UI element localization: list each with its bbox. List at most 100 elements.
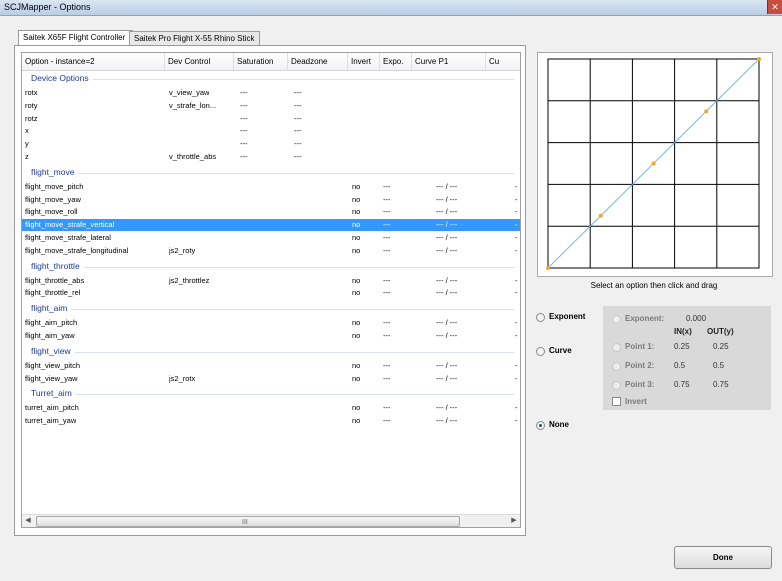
exponent-value[interactable]: 0.000 <box>686 314 706 323</box>
cell-expo: --- <box>383 360 391 370</box>
point-3-radio[interactable] <box>612 381 621 390</box>
cell-expo: --- <box>383 373 391 383</box>
cell-curve: --- / --- <box>436 373 458 383</box>
column-header-deadzone[interactable]: Deadzone <box>288 53 348 70</box>
cell-expo: --- <box>383 318 391 328</box>
column-header-invert[interactable]: Invert <box>348 53 380 70</box>
curve-control-point[interactable] <box>598 213 603 218</box>
none-mode-radio[interactable]: None <box>536 419 569 431</box>
point-1-in[interactable]: 0.25 <box>674 342 690 351</box>
table-row[interactable]: z v_throttle_abs --- --- <box>22 151 520 163</box>
table-row[interactable]: flight_throttle_rel no --- --- / --- - <box>22 287 520 299</box>
point-3-in[interactable]: 0.75 <box>674 380 690 389</box>
none-radio-circle[interactable] <box>536 420 545 430</box>
point-1-radio[interactable] <box>612 343 621 352</box>
group-title: Turret_aim <box>31 388 76 399</box>
table-row[interactable]: flight_move_strafe_lateral no --- --- / ---… <box>22 232 520 244</box>
point-2-label: Point 2: <box>625 361 655 370</box>
table-row[interactable]: rotx v_view_yaw --- --- <box>22 87 520 99</box>
scroll-right-icon[interactable]: ▶ <box>508 515 520 527</box>
table-row[interactable]: flight_move_pitch no --- --- / --- - <box>22 181 520 193</box>
tab-saitek-x65f[interactable]: Saitek X65F Flight Controller <box>18 30 133 45</box>
point-1-out[interactable]: 0.25 <box>713 342 729 351</box>
curve-graph[interactable] <box>537 52 773 277</box>
table-row[interactable]: rotz --- --- <box>22 113 520 125</box>
cell-curve: --- / --- <box>436 233 458 242</box>
scroll-left-icon[interactable]: ◀ <box>22 515 34 527</box>
done-button[interactable]: Done <box>674 546 772 569</box>
cell-saturation: --- <box>240 88 248 97</box>
curve-control-point[interactable] <box>546 266 550 270</box>
column-header-curve-p1[interactable]: Curve P1 <box>412 53 486 70</box>
group-divider <box>31 394 514 396</box>
table-row[interactable]: flight_move_roll no --- --- / --- - <box>22 206 520 218</box>
point-2-out[interactable]: 0.5 <box>713 361 724 370</box>
column-header-dev-control[interactable]: Dev Control <box>165 53 234 70</box>
point-2-in[interactable]: 0.5 <box>674 361 685 370</box>
list-header: Option - instance=2 Dev Control Saturati… <box>22 53 520 71</box>
table-row[interactable]: flight_throttle_abs js2_throttlez no --- ---… <box>22 275 520 287</box>
out-y-header: OUT(y) <box>707 327 734 336</box>
options-list[interactable]: Option - instance=2 Dev Control Saturati… <box>21 52 521 528</box>
cell-deadzone: --- <box>294 139 302 149</box>
cell-invert: no <box>352 288 361 298</box>
table-row[interactable]: flight_view_pitch no --- --- / --- - <box>22 360 520 372</box>
cell-option: flight_move_yaw <box>25 194 81 204</box>
cell-curve: --- / --- <box>436 288 458 298</box>
table-row[interactable]: flight_move_yaw no --- --- / --- - <box>22 194 520 206</box>
table-row[interactable]: flight_aim_yaw no --- --- / --- - <box>22 330 520 342</box>
cell-option: rotz <box>25 113 38 123</box>
table-row[interactable]: turret_aim_yaw no --- --- / --- - <box>22 415 520 427</box>
cell-option: flight_move_strafe_lateral <box>25 233 111 242</box>
cell-invert: no <box>352 181 361 191</box>
column-header-cu[interactable]: Cu <box>486 53 520 70</box>
group-divider <box>31 266 514 268</box>
cell-cu: - <box>515 207 518 217</box>
curve-mode-radio[interactable]: Curve <box>536 345 572 357</box>
column-header-expo[interactable]: Expo. <box>380 53 412 70</box>
table-row[interactable]: flight_move_strafe_vertical no --- --- / --… <box>22 219 520 232</box>
cell-curve: --- / --- <box>436 181 458 191</box>
cell-deadzone: --- <box>294 152 302 161</box>
cell-option: rotx <box>25 88 38 97</box>
group-title: Device Options <box>31 73 93 83</box>
curve-radio-circle[interactable] <box>536 346 545 356</box>
cell-curve: --- / --- <box>436 194 458 204</box>
table-row[interactable]: x --- --- <box>22 125 520 137</box>
point-3-out[interactable]: 0.75 <box>713 380 729 389</box>
horizontal-scrollbar[interactable]: ◀ III ▶ <box>22 514 520 527</box>
curve-graph-svg[interactable] <box>538 53 772 276</box>
tab-saitek-x55-rhino[interactable]: Saitek Pro Flight X-55 Rhino Stick <box>129 31 260 45</box>
close-button[interactable]: ✕ <box>767 0 782 14</box>
point-2-radio[interactable] <box>612 362 621 371</box>
cell-control: v_throttle_abs <box>169 152 217 161</box>
table-row[interactable]: roty v_strafe_lon... --- --- <box>22 100 520 112</box>
cell-option: turret_aim_yaw <box>25 416 77 426</box>
curve-options-panel: Exponent: 0.000 IN(x) OUT(y) Point 1: 0.… <box>603 306 771 410</box>
cell-cu: - <box>515 181 518 191</box>
cell-saturation: --- <box>240 100 248 110</box>
table-row[interactable]: turret_aim_pitch no --- --- / --- - <box>22 402 520 414</box>
exponent-mode-radio[interactable]: Exponent <box>536 311 585 323</box>
group-divider <box>31 172 514 174</box>
column-header-saturation[interactable]: Saturation <box>234 53 288 70</box>
exponent-radio-circle[interactable] <box>536 312 545 322</box>
cell-curve: --- / --- <box>436 220 458 230</box>
scrollbar-thumb[interactable]: III <box>36 516 460 527</box>
invert-checkbox[interactable] <box>612 397 621 406</box>
table-row[interactable]: flight_view_yaw js2_rotx no --- --- / --- - <box>22 373 520 385</box>
exponent-point-radio[interactable] <box>612 315 621 324</box>
group-header: flight_move <box>22 166 520 178</box>
curve-control-point[interactable] <box>704 109 709 114</box>
table-row[interactable]: flight_aim_pitch no --- --- / --- - <box>22 317 520 329</box>
cell-option: flight_move_roll <box>25 207 78 217</box>
table-row[interactable]: y --- --- <box>22 138 520 150</box>
column-header-option[interactable]: Option - instance=2 <box>22 53 165 70</box>
group-header: Device Options <box>22 72 520 84</box>
title-bar: SCJMapper - Options ✕ <box>0 0 782 16</box>
cell-invert: no <box>352 220 361 230</box>
curve-control-point[interactable] <box>757 57 761 61</box>
curve-control-point[interactable] <box>651 161 656 166</box>
cell-option: turret_aim_pitch <box>25 403 79 413</box>
table-row[interactable]: flight_move_strafe_longitudinal js2_roty n… <box>22 245 520 257</box>
